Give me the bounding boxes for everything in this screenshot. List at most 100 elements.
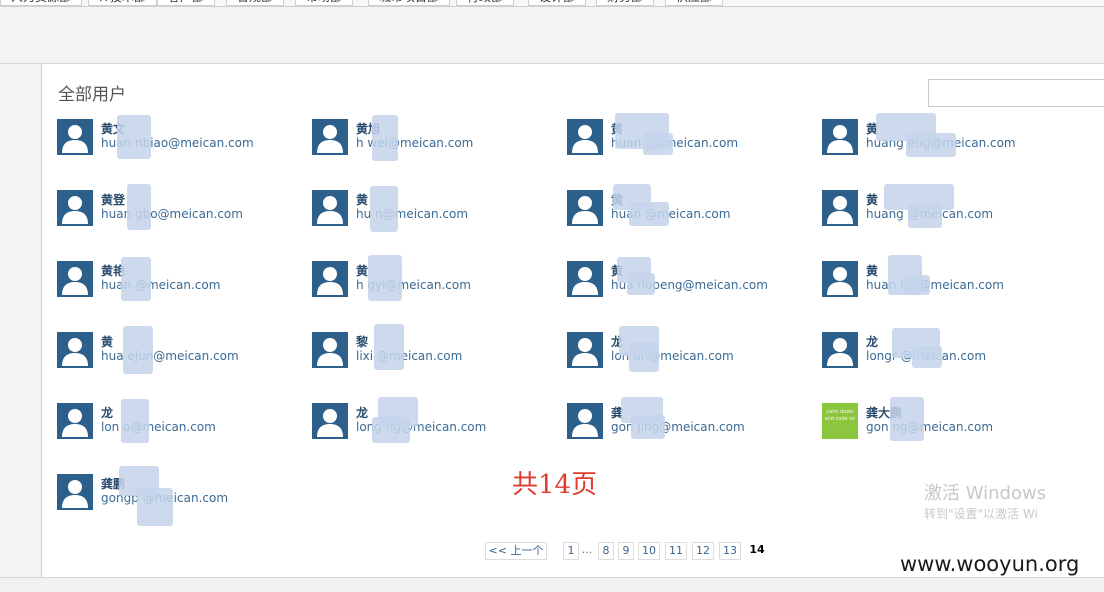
user-card[interactable]: 黄 hu n@meican.com	[312, 186, 552, 232]
user-name[interactable]: 龙	[866, 333, 878, 350]
avatar-caption: calm down and code on	[824, 409, 856, 422]
redaction-smudge	[374, 324, 404, 370]
user-card[interactable]: 黎 lixi @meican.com	[312, 324, 552, 372]
redaction-smudge	[627, 273, 655, 295]
user-name[interactable]: 龙	[356, 404, 368, 421]
search-input[interactable]	[928, 79, 1104, 107]
user-card[interactable]: 龙 lon un@meican.com	[567, 326, 807, 372]
redaction-smudge	[372, 115, 398, 161]
default-user-avatar-icon[interactable]	[57, 474, 93, 510]
tab-department[interactable]: 供应部	[665, 0, 724, 6]
page-ellipsis: ...	[581, 543, 593, 556]
default-user-avatar-icon[interactable]	[822, 332, 858, 368]
page-link[interactable]: 13	[719, 542, 741, 560]
tab-department[interactable]: 客户部	[157, 0, 216, 6]
redaction-smudge	[368, 255, 402, 301]
prev-page-button[interactable]: << 上一个	[485, 542, 547, 560]
default-user-avatar-icon[interactable]	[57, 403, 93, 439]
user-card[interactable]: 黄 huan hui@meican.com	[822, 255, 1062, 301]
user-name[interactable]: 黄登	[101, 191, 125, 208]
page-link[interactable]: 9	[618, 542, 634, 560]
redaction-smudge	[629, 342, 659, 372]
tab-department[interactable]: 人力资源部	[0, 0, 83, 6]
windows-activation-watermark: 激活 Windows	[924, 483, 1047, 504]
tab-department[interactable]: 合规部	[226, 0, 285, 6]
tab-department[interactable]: 城市项目部	[368, 0, 451, 6]
user-name[interactable]: 黄	[101, 333, 113, 350]
default-user-avatar-icon[interactable]	[312, 403, 348, 439]
user-card[interactable]: 黄huan @meican.com	[567, 184, 807, 230]
redaction-smudge	[117, 115, 151, 159]
default-user-avatar-icon[interactable]	[57, 190, 93, 226]
redaction-smudge	[121, 399, 149, 443]
current-page: 14	[749, 543, 765, 556]
user-name[interactable]: 黄	[866, 262, 878, 279]
default-user-avatar-icon[interactable]	[312, 119, 348, 155]
user-card[interactable]: 龚 gon jing@meican.com	[567, 397, 807, 443]
user-card[interactable]: 黄 huang @meican.com	[822, 184, 1062, 230]
tab-department[interactable]: 财务部	[596, 0, 655, 6]
user-grid: 黄文 huan nbiao@meican.com 黄旭 h wei@meican.co…	[57, 113, 1097, 526]
user-card[interactable]: 黄文 huan nbiao@meican.com	[57, 115, 297, 159]
user-email: lon o@meican.com	[101, 420, 216, 434]
redaction-smudge	[631, 415, 665, 439]
page-link[interactable]: 12	[692, 542, 714, 560]
user-email: gon ng@meican.com	[866, 420, 994, 434]
default-user-avatar-icon[interactable]	[567, 190, 603, 226]
page-link[interactable]: 11	[665, 542, 687, 560]
user-card[interactable]: 黄 huang eng@meican.com	[822, 113, 1062, 159]
user-card[interactable]: 黄huan g@meican.com	[567, 113, 807, 159]
default-user-avatar-icon[interactable]	[822, 190, 858, 226]
default-user-avatar-icon[interactable]	[822, 119, 858, 155]
default-user-avatar-icon[interactable]	[57, 119, 93, 155]
user-card[interactable]: 龚鹏 gongp @meican.com	[57, 466, 297, 526]
tab-department[interactable]: 市场部	[295, 0, 354, 6]
default-user-avatar-icon[interactable]	[57, 261, 93, 297]
page-link[interactable]: 1	[563, 542, 579, 560]
default-user-avatar-icon[interactable]	[312, 261, 348, 297]
user-card[interactable]: calm down and code on 龚大鹏 gon ng@meican.co…	[822, 397, 1062, 443]
user-card[interactable]: 黄 hua ejun@meican.com	[57, 326, 297, 374]
tab-department[interactable]: IT技术部	[88, 0, 157, 6]
page-link[interactable]: 8	[598, 542, 614, 560]
user-name[interactable]: 黄	[866, 191, 878, 208]
default-user-avatar-icon[interactable]	[312, 190, 348, 226]
page-title: 全部用户	[58, 85, 126, 105]
user-card[interactable]: 黄hua nopeng@meican.com	[567, 257, 807, 301]
redaction-smudge	[906, 133, 956, 157]
user-email: huan gbo@meican.com	[101, 207, 243, 221]
default-user-avatar-icon[interactable]	[312, 332, 348, 368]
redaction-smudge	[890, 397, 924, 441]
user-card[interactable]: 黄h gyi@meican.com	[312, 255, 552, 301]
tab-department[interactable]: 行政部	[456, 0, 515, 6]
user-card[interactable]: 黄艳 huan @meican.com	[57, 257, 297, 301]
page-total-label: 共14页	[512, 470, 598, 500]
user-name[interactable]: 黄	[356, 262, 368, 279]
user-email: lixi @meican.com	[356, 349, 463, 363]
tab-department[interactable]: 设计部	[528, 0, 587, 6]
redaction-smudge	[912, 346, 942, 368]
default-user-avatar-icon[interactable]	[567, 403, 603, 439]
page-link[interactable]: 10	[638, 542, 660, 560]
default-user-avatar-icon[interactable]	[822, 261, 858, 297]
user-card[interactable]: 黄登 huan gbo@meican.com	[57, 184, 297, 230]
sub-header-band	[0, 7, 1104, 64]
default-user-avatar-icon[interactable]	[57, 332, 93, 368]
redaction-smudge	[127, 184, 151, 230]
top-department-tabs: 人力资源部 IT技术部客户部 合规部 市场部 城市项目部行政部 设计部 财务部 供应部	[0, 0, 1104, 7]
default-user-avatar-icon[interactable]	[567, 332, 603, 368]
user-card[interactable]: 龙 long ng@meican.com	[312, 397, 552, 443]
user-name[interactable]: 龙	[101, 404, 113, 421]
redaction-smudge	[123, 326, 153, 374]
user-name[interactable]: 黎	[356, 333, 368, 350]
default-user-avatar-icon[interactable]	[567, 119, 603, 155]
redaction-smudge	[908, 204, 942, 228]
default-user-avatar-icon[interactable]	[567, 261, 603, 297]
user-card[interactable]: 龙 lon o@meican.com	[57, 399, 297, 443]
redaction-smudge	[121, 257, 151, 301]
user-card[interactable]: 龙 longr @meican.com	[822, 328, 1062, 372]
user-email: huan hui@meican.com	[866, 278, 1004, 292]
user-card[interactable]: 黄旭 h wei@meican.com	[312, 115, 552, 161]
user-name[interactable]: 黄	[356, 191, 368, 208]
custom-avatar[interactable]: calm down and code on	[822, 403, 858, 439]
